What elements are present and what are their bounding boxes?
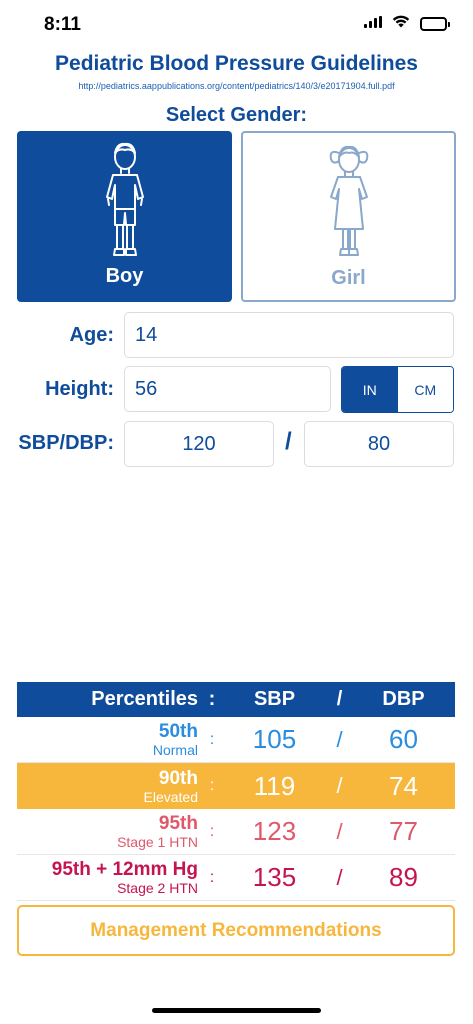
row-colon: : (209, 822, 215, 840)
percentile-row-50th: 50th Normal : 105 / 60 (17, 717, 455, 763)
header-slash: / (336, 688, 343, 710)
row-subtitle: Elevated (143, 788, 198, 805)
home-indicator (152, 1008, 321, 1013)
row-slash: / (336, 726, 343, 752)
bp-label: SBP/DBP: (18, 432, 114, 454)
status-icons (364, 15, 450, 33)
row-dbp-value: 89 (389, 862, 418, 892)
gender-girl-button[interactable]: Girl (241, 131, 456, 302)
row-subtitle: Normal (152, 742, 198, 758)
percentile-table-header: Percentiles : SBP / DBP (17, 682, 455, 717)
row-colon: : (209, 868, 215, 886)
percentile-row-90th: 90th Elevated : 119 / 74 (17, 763, 455, 809)
girl-figure-icon (329, 145, 368, 256)
management-recommendations-button[interactable]: Management Recommendations (17, 905, 455, 956)
row-colon: : (209, 777, 215, 794)
height-unit-toggle[interactable]: IN CM (341, 366, 454, 413)
row-title: 95th (158, 813, 198, 834)
boy-figure-icon (105, 142, 144, 256)
status-time: 8:11 (44, 14, 81, 35)
dbp-input[interactable] (304, 421, 454, 467)
gender-girl-label: Girl (331, 267, 366, 289)
wifi-icon (392, 15, 410, 33)
row-dbp-value: 77 (389, 816, 418, 846)
status-bar: 8:11 (0, 0, 473, 50)
header-sbp: SBP (253, 688, 296, 710)
row-sbp-value: 123 (252, 816, 297, 846)
header-colon: : (208, 688, 216, 710)
gender-boy-button[interactable]: Boy (17, 131, 232, 302)
row-title: 95th + 12mm Hg (51, 859, 198, 880)
gender-boy-label: Boy (105, 265, 144, 287)
row-title: 50th (158, 721, 198, 742)
height-input[interactable] (124, 366, 331, 412)
unit-cm-option[interactable]: CM (397, 367, 453, 412)
percentile-table: Percentiles : SBP / DBP 50th Normal : 10… (17, 682, 455, 901)
row-subtitle: Stage 2 HTN (117, 880, 198, 896)
row-dbp-value: 60 (389, 724, 418, 754)
row-subtitle: Stage 1 HTN (117, 834, 198, 850)
header-percentiles: Percentiles (91, 688, 198, 710)
row-slash: / (336, 818, 343, 844)
gender-prompt: Select Gender: (165, 104, 308, 126)
row-sbp-value: 135 (252, 862, 297, 892)
sbp-input[interactable] (124, 421, 274, 467)
app-title: Pediatric Blood Pressure Guidelines (55, 52, 418, 75)
row-sbp-value: 119 (253, 770, 296, 801)
bp-separator: / (285, 428, 292, 455)
unit-in-option[interactable]: IN (342, 367, 398, 412)
battery-icon (420, 17, 450, 31)
row-slash: / (336, 864, 343, 890)
row-sbp-value: 105 (252, 724, 297, 754)
row-title: 90th (158, 767, 198, 789)
signal-icon (364, 15, 382, 33)
row-slash: / (336, 773, 343, 798)
percentile-row-95th-plus-12: 95th + 12mm Hg Stage 2 HTN : 135 / 89 (17, 855, 455, 901)
height-label: Height: (45, 378, 114, 400)
header-dbp: DBP (382, 688, 425, 710)
row-dbp-value: 74 (389, 770, 418, 801)
age-label: Age: (69, 324, 114, 346)
age-input[interactable] (124, 312, 454, 358)
guidelines-link[interactable]: http://pediatrics.aappublications.org/co… (0, 81, 473, 91)
percentile-row-95th: 95th Stage 1 HTN : 123 / 77 (17, 809, 455, 855)
row-colon: : (209, 730, 215, 748)
